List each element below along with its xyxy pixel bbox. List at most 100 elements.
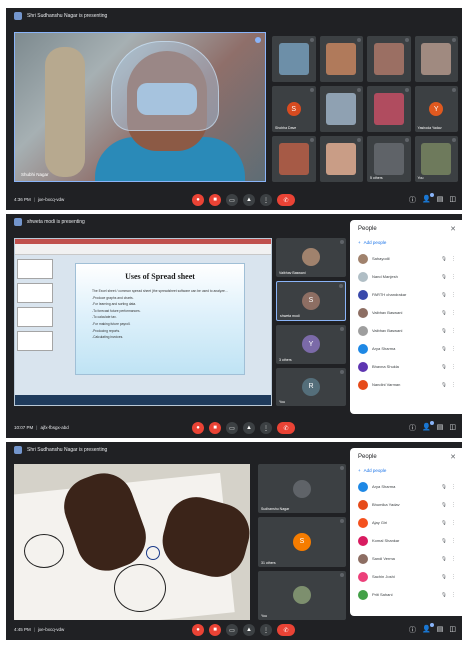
- present-button[interactable]: ▲: [243, 422, 255, 434]
- more-options-icon[interactable]: ⋮: [451, 556, 456, 562]
- info-icon[interactable]: ⓘ: [409, 625, 416, 635]
- more-options-button[interactable]: ⋮: [260, 422, 272, 434]
- more-options-icon[interactable]: ⋮: [451, 592, 456, 598]
- people-list-item[interactable]: PARTH chandrakar 🎙 ⋮: [358, 288, 456, 301]
- participant-tile[interactable]: R You: [276, 367, 346, 406]
- camera-off-button[interactable]: ■: [209, 422, 221, 434]
- activities-icon[interactable]: ◫: [449, 423, 456, 433]
- more-options-icon[interactable]: ⋮: [451, 292, 456, 298]
- people-list-item[interactable]: Sachin Joshi 🎙 ⋮: [358, 570, 456, 583]
- more-options-icon[interactable]: ⋮: [451, 538, 456, 544]
- people-list-item[interactable]: Sahayodil 🎙 ⋮: [358, 252, 456, 265]
- people-list-item[interactable]: Vaibhav Baswani 🎙 ⋮: [358, 306, 456, 319]
- end-call-button[interactable]: ✆: [277, 422, 295, 434]
- participant-tile[interactable]: [414, 36, 458, 82]
- mic-icon[interactable]: 🎙: [441, 256, 447, 262]
- participant-tile[interactable]: [319, 36, 363, 82]
- mic-icon[interactable]: 🎙: [441, 310, 447, 316]
- mic-off-button[interactable]: ●: [192, 194, 204, 206]
- end-call-button[interactable]: ✆: [277, 624, 295, 636]
- more-options-icon[interactable]: ⋮: [451, 574, 456, 580]
- more-options-icon[interactable]: ⋮: [451, 382, 456, 388]
- end-call-button[interactable]: ✆: [277, 194, 295, 206]
- participant-tile[interactable]: Sshweta modi: [276, 280, 346, 321]
- captions-button[interactable]: ▭: [226, 194, 238, 206]
- people-list-item[interactable]: Nandini Varman 🎙 ⋮: [358, 378, 456, 391]
- more-options-icon[interactable]: ⋮: [451, 256, 456, 262]
- people-list-item[interactable]: Nand Manjesh 🎙 ⋮: [358, 270, 456, 283]
- mic-icon[interactable]: 🎙: [441, 520, 447, 526]
- people-list-item[interactable]: Vaibhav Baswani 🎙 ⋮: [358, 324, 456, 337]
- mic-icon[interactable]: 🎙: [441, 538, 447, 544]
- participant-tile[interactable]: S 31 others: [258, 517, 346, 567]
- activities-icon[interactable]: ◫: [449, 625, 456, 635]
- info-icon[interactable]: ⓘ: [409, 423, 416, 433]
- participant-tile[interactable]: Y 3 others: [276, 325, 346, 364]
- captions-button[interactable]: ▭: [226, 624, 238, 636]
- pin-icon[interactable]: [255, 37, 261, 43]
- main-video-tile[interactable]: Shubhi Nagar: [14, 32, 266, 182]
- more-options-icon[interactable]: ⋮: [451, 364, 456, 370]
- people-icon[interactable]: 👤: [422, 623, 434, 635]
- participant-tile[interactable]: 5 others: [367, 136, 411, 182]
- present-button[interactable]: ▲: [243, 624, 255, 636]
- participant-tile[interactable]: Sudhanshu Nagar: [258, 464, 346, 514]
- mic-icon[interactable]: 🎙: [441, 274, 447, 280]
- shared-screen[interactable]: Uses of Spread sheet The Excel sheet / c…: [14, 238, 272, 406]
- more-options-icon[interactable]: ⋮: [451, 520, 456, 526]
- mic-icon[interactable]: 🎙: [441, 574, 447, 580]
- info-icon[interactable]: ⓘ: [409, 195, 416, 205]
- mic-icon[interactable]: 🎙: [441, 382, 447, 388]
- captions-button[interactable]: ▭: [226, 422, 238, 434]
- main-video-tile[interactable]: [14, 464, 250, 620]
- participant-tile[interactable]: [319, 86, 363, 132]
- people-icon[interactable]: 👤: [422, 421, 434, 433]
- activities-icon[interactable]: ◫: [449, 195, 456, 205]
- mic-icon[interactable]: 🎙: [441, 346, 447, 352]
- mic-icon[interactable]: 🎙: [441, 484, 447, 490]
- more-options-icon[interactable]: ⋮: [451, 274, 456, 280]
- close-icon[interactable]: ✕: [450, 225, 456, 233]
- people-icon[interactable]: 👤: [422, 193, 434, 205]
- more-options-icon[interactable]: ⋮: [451, 484, 456, 490]
- participant-tile[interactable]: [319, 136, 363, 182]
- mic-icon[interactable]: 🎙: [441, 292, 447, 298]
- people-list-item[interactable]: Priti Sahani 🎙 ⋮: [358, 588, 456, 601]
- mic-icon[interactable]: 🎙: [441, 592, 447, 598]
- people-list-item[interactable]: Sandi Verma 🎙 ⋮: [358, 552, 456, 565]
- chat-icon[interactable]: ▤: [437, 195, 444, 205]
- chat-icon[interactable]: ▤: [437, 423, 444, 433]
- participant-tile[interactable]: [272, 136, 316, 182]
- participant-tile[interactable]: [272, 36, 316, 82]
- people-list-item[interactable]: Arya Sharma 🎙 ⋮: [358, 480, 456, 493]
- more-options-icon[interactable]: ⋮: [451, 328, 456, 334]
- participant-tile[interactable]: [367, 36, 411, 82]
- chat-icon[interactable]: ▤: [437, 625, 444, 635]
- participant-tile[interactable]: S Shobha Dave: [272, 86, 316, 132]
- mic-off-button[interactable]: ●: [192, 422, 204, 434]
- mic-icon[interactable]: 🎙: [441, 502, 447, 508]
- mic-off-button[interactable]: ●: [192, 624, 204, 636]
- add-people-button[interactable]: + Add people: [358, 468, 386, 473]
- close-icon[interactable]: ✕: [450, 453, 456, 461]
- more-options-icon[interactable]: ⋮: [451, 502, 456, 508]
- participant-tile[interactable]: Vaibhav Baswani: [276, 238, 346, 277]
- more-options-icon[interactable]: ⋮: [451, 346, 456, 352]
- participant-tile[interactable]: You: [258, 570, 346, 620]
- mic-icon[interactable]: 🎙: [441, 364, 447, 370]
- camera-off-button[interactable]: ■: [209, 194, 221, 206]
- participant-tile[interactable]: You: [414, 136, 458, 182]
- mic-icon[interactable]: 🎙: [441, 556, 447, 562]
- more-options-icon[interactable]: ⋮: [451, 310, 456, 316]
- more-options-button[interactable]: ⋮: [260, 624, 272, 636]
- present-button[interactable]: ▲: [243, 194, 255, 206]
- people-list-item[interactable]: Bhumika Yadav 🎙 ⋮: [358, 498, 456, 511]
- people-list-item[interactable]: Komal Shankar 🎙 ⋮: [358, 534, 456, 547]
- more-options-button[interactable]: ⋮: [260, 194, 272, 206]
- add-people-button[interactable]: + Add people: [358, 240, 386, 245]
- participant-tile[interactable]: [367, 86, 411, 132]
- people-list-item[interactable]: Bhavna Shukla 🎙 ⋮: [358, 360, 456, 373]
- people-list-item[interactable]: Ajay Giri 🎙 ⋮: [358, 516, 456, 529]
- participant-tile[interactable]: Y Yashoda Yadav: [414, 86, 458, 132]
- mic-icon[interactable]: 🎙: [441, 328, 447, 334]
